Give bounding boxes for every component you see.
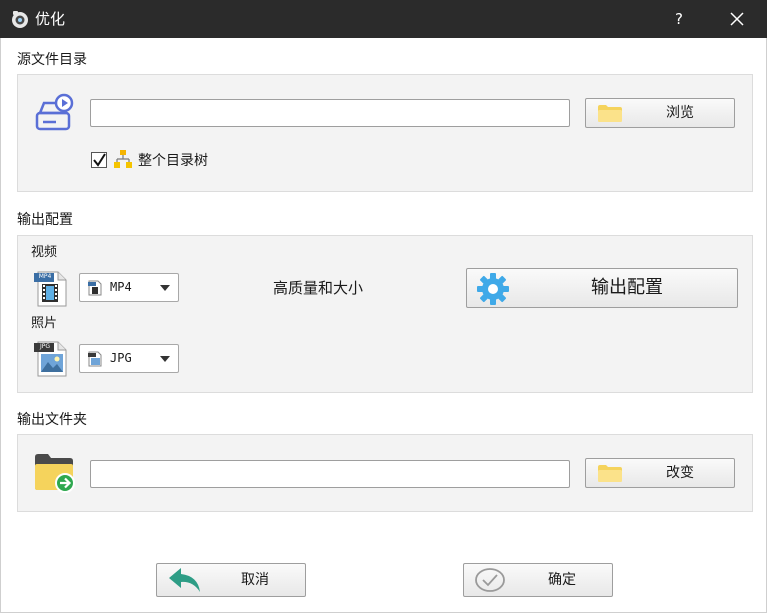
source-panel: 浏览 整个目录树 xyxy=(17,74,753,192)
video-file-icon xyxy=(88,280,102,296)
change-folder-button-label: 改变 xyxy=(666,465,694,481)
app-icon xyxy=(12,11,28,28)
output-folder-panel: 改变 xyxy=(17,434,753,512)
close-icon xyxy=(730,12,744,26)
video-label: 视频 xyxy=(31,245,58,260)
window-title: 优化 xyxy=(35,10,66,28)
chevron-down-icon xyxy=(160,285,170,291)
ok-button[interactable]: 确定 xyxy=(463,563,613,597)
checkmark-icon xyxy=(93,153,106,167)
photo-label: 照片 xyxy=(31,316,58,331)
output-folder-path-input[interactable] xyxy=(90,460,570,488)
media-drive-icon xyxy=(35,93,74,131)
image-file-icon xyxy=(88,351,102,367)
source-section-title: 源文件目录 xyxy=(17,52,87,68)
cancel-button[interactable]: 取消 xyxy=(156,563,306,597)
source-path-input[interactable] xyxy=(90,99,570,127)
browse-button-label: 浏览 xyxy=(666,105,694,121)
ok-button-label: 确定 xyxy=(548,572,576,588)
output-config-button-label: 输出配置 xyxy=(591,277,663,298)
jpg-icon-tag: JPG xyxy=(39,343,51,350)
check-circle-icon xyxy=(475,568,505,592)
undo-arrow-icon xyxy=(169,568,200,592)
quality-text: 高质量和大小 xyxy=(273,279,364,297)
tree-icon xyxy=(114,150,132,168)
video-format-dropdown[interactable]: MP4 xyxy=(79,273,179,302)
output-config-button[interactable]: 输出配置 xyxy=(466,268,738,308)
gear-icon xyxy=(477,273,509,305)
video-format-value: MP4 xyxy=(110,280,132,294)
whole-tree-checkbox[interactable] xyxy=(91,152,107,168)
photo-format-dropdown[interactable]: JPG xyxy=(79,344,179,373)
help-button[interactable]: ? xyxy=(662,0,696,38)
change-folder-button[interactable]: 改变 xyxy=(585,458,735,488)
output-config-section-title: 输出配置 xyxy=(17,212,73,228)
folder-icon xyxy=(598,465,622,482)
photo-format-value: JPG xyxy=(110,351,132,365)
output-folder-section-title: 输出文件夹 xyxy=(17,412,87,428)
cancel-button-label: 取消 xyxy=(241,572,269,588)
folder-icon xyxy=(598,105,622,122)
dialog-body: 源文件目录 浏览 整个目录树 输出配置 视频 MP4 MP4 高质量和大小 输出… xyxy=(0,38,767,613)
folder-export-icon xyxy=(35,454,75,493)
title-bar: 优化 ? xyxy=(0,0,767,38)
close-button[interactable] xyxy=(718,0,756,38)
output-config-panel: 视频 MP4 MP4 高质量和大小 输出配置 照片 JPG JPG xyxy=(17,235,753,393)
whole-tree-label: 整个目录树 xyxy=(138,153,208,169)
browse-button[interactable]: 浏览 xyxy=(585,98,735,128)
chevron-down-icon xyxy=(160,356,170,362)
mp4-icon-tag: MP4 xyxy=(38,273,52,280)
